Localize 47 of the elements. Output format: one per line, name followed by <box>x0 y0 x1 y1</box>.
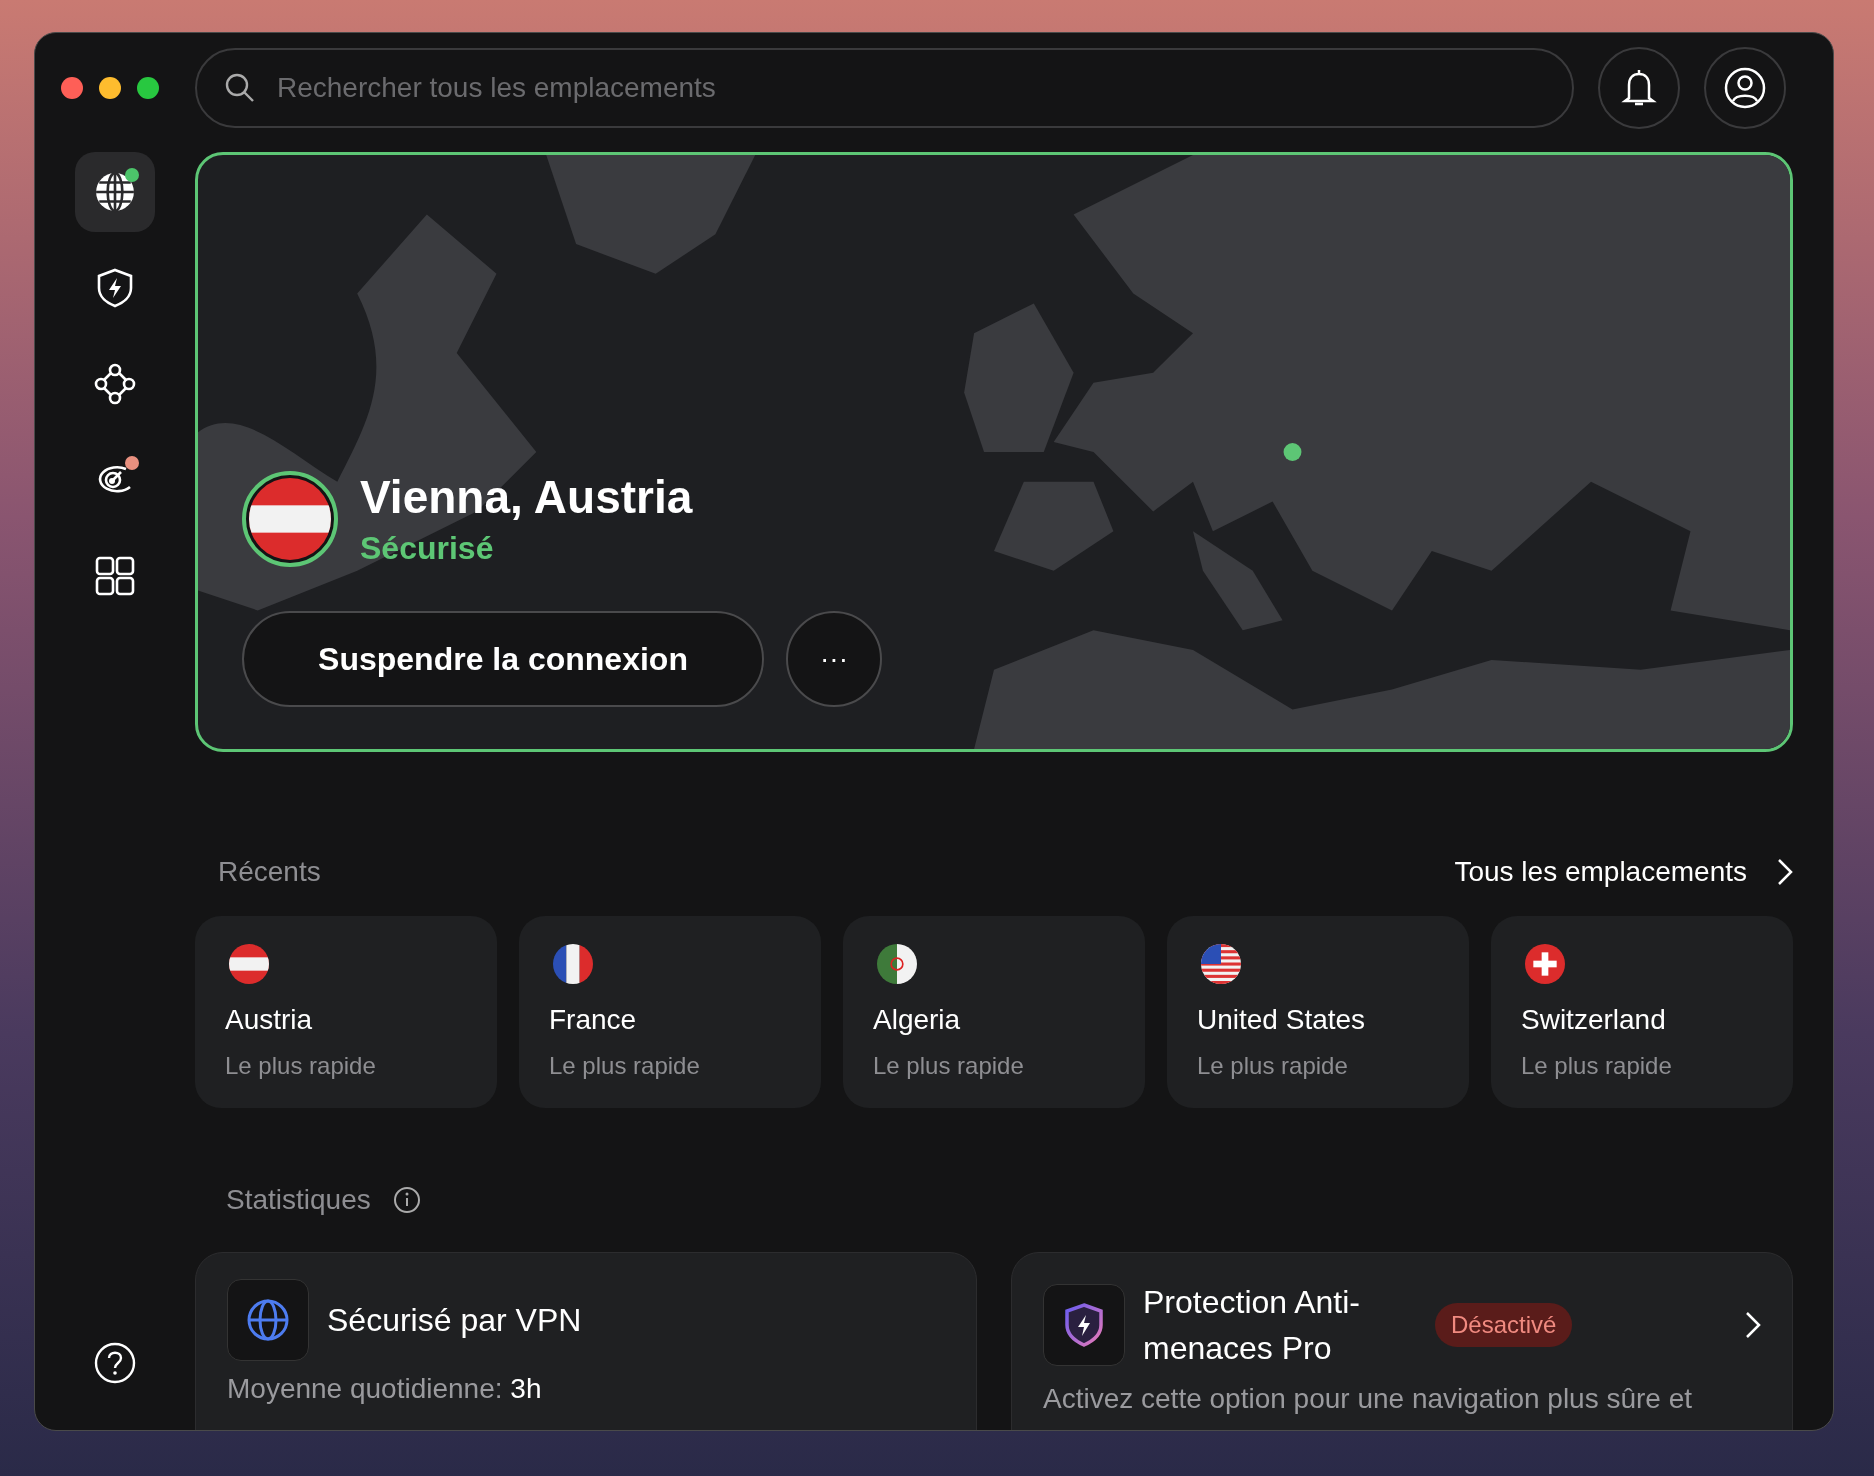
country-name: France <box>549 1004 638 1036</box>
minimize-button[interactable] <box>99 77 121 99</box>
open-button[interactable] <box>1745 1311 1761 1339</box>
section-title: Récents <box>218 856 321 888</box>
card-title: Protection Anti-menaces Pro <box>1143 1283 1361 1368</box>
globe-icon <box>94 171 136 213</box>
server-label: Le plus rapide <box>225 1052 377 1080</box>
server-label: Le plus rapide <box>1521 1052 1673 1080</box>
more-options-button[interactable]: ··· <box>786 611 882 707</box>
shield-bolt-icon <box>1064 1303 1104 1347</box>
location-card[interactable]: France Le plus rapide <box>519 916 821 1108</box>
card-title: Sécurisé par VPN <box>327 1301 582 1340</box>
server-label: Le plus rapide <box>873 1052 1025 1080</box>
server-label: Le plus rapide <box>549 1052 701 1080</box>
card-text: Moyenne quotidienne: 3h <box>227 1373 543 1405</box>
globe-icon <box>246 1298 290 1342</box>
status-badge: Désactivé <box>1435 1303 1573 1347</box>
chevron-right-icon <box>1745 1311 1761 1339</box>
search-icon <box>225 73 255 103</box>
country-name: Switzerland <box>1521 1004 1667 1036</box>
info-icon[interactable] <box>392 1186 421 1214</box>
server-label: Le plus rapide <box>1197 1052 1349 1080</box>
connection-status: Sécurisé <box>360 530 495 567</box>
search-field[interactable]: Rechercher tous les emplacements <box>195 48 1574 128</box>
zoom-button[interactable] <box>137 77 159 99</box>
section-title: Statistiques <box>226 1184 371 1216</box>
chevron-right-icon <box>1777 858 1793 886</box>
user-icon <box>1724 67 1766 109</box>
country-name: Algeria <box>873 1004 962 1036</box>
pause-connection-button[interactable]: Suspendre la connexion <box>242 611 764 707</box>
location-title: Vienna, Austria <box>360 470 693 524</box>
location-card[interactable]: Austria Le plus rapide <box>195 916 497 1108</box>
grid-icon <box>95 556 135 596</box>
location-card[interactable]: United States Le plus rapide <box>1167 916 1469 1108</box>
nodes-icon <box>94 363 136 405</box>
all-locations-link[interactable]: Tous les emplacements <box>1454 856 1793 888</box>
shield-bolt-icon <box>96 268 134 308</box>
bell-icon <box>1621 68 1657 108</box>
location-card[interactable]: Switzerland Le plus rapide <box>1491 916 1793 1108</box>
location-card[interactable]: Algeria Le plus rapide <box>843 916 1145 1108</box>
help-icon <box>94 1342 136 1384</box>
country-name: United States <box>1197 1004 1367 1036</box>
sidebar-item[interactable] <box>75 152 155 232</box>
close-button[interactable] <box>61 77 83 99</box>
country-name: Austria <box>225 1004 314 1036</box>
help-button[interactable] <box>94 1342 136 1384</box>
card-text: Activez cette option pour une navigation plus sûre et <box>1043 1383 1694 1415</box>
